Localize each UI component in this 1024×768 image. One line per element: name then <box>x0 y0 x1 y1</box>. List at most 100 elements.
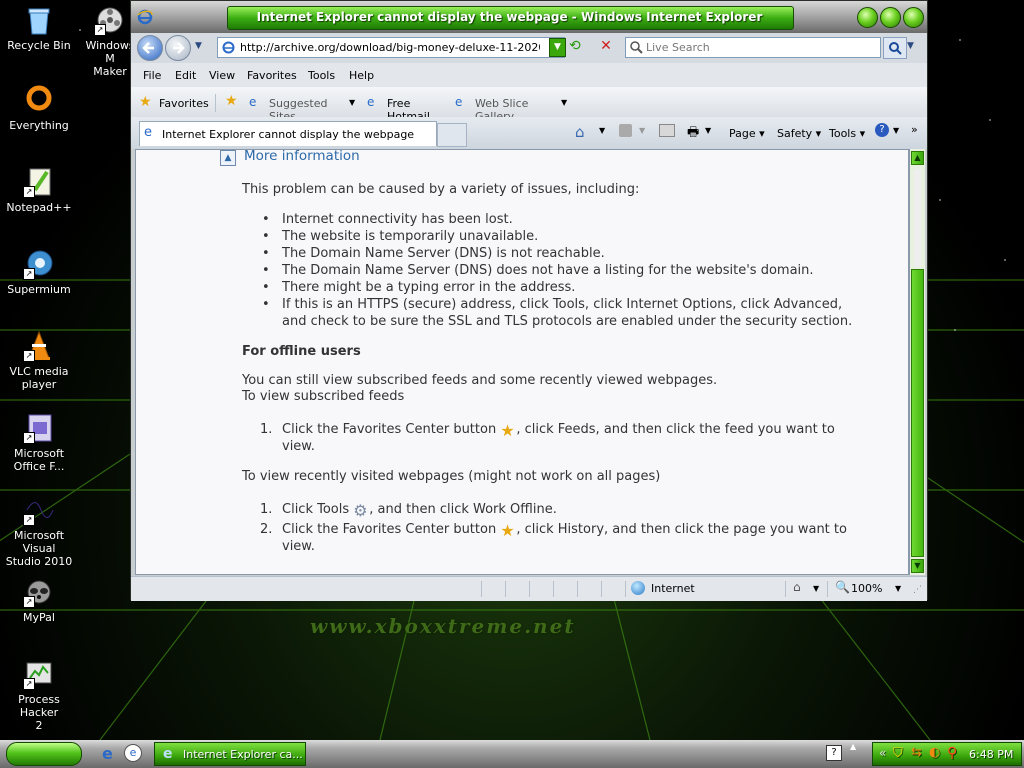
vlc-cone-icon: ↗ <box>23 330 55 362</box>
chevron-down-icon[interactable]: ▼ <box>599 126 605 135</box>
volume-icon[interactable]: ◐ <box>929 745 940 760</box>
menu-help[interactable]: Help <box>349 69 374 82</box>
print-icon[interactable]: 🖶 <box>687 123 699 145</box>
menu-file[interactable]: File <box>143 69 161 82</box>
desktop-icon-everything[interactable]: Everything <box>0 84 78 132</box>
shortcut-arrow-icon: ↗ <box>23 678 35 690</box>
menu-favorites[interactable]: Favorites <box>247 69 297 82</box>
chevron-down-icon[interactable]: ▼ <box>705 126 711 135</box>
shortcut-arrow-icon: ↗ <box>94 24 106 36</box>
step-text-continued: view. <box>282 439 315 454</box>
network-icon[interactable]: ⇆ <box>911 745 922 760</box>
desktop-icon-vlc[interactable]: ↗ VLC media player <box>0 330 78 391</box>
menu-view[interactable]: View <box>209 69 235 82</box>
safety-menu[interactable]: Safety ▾ <box>777 127 821 140</box>
film-reel-icon: ↗ <box>94 4 126 36</box>
search-placeholder: Live Search <box>646 41 710 54</box>
tab-current[interactable]: e Internet Explorer cannot display the w… <box>139 121 437 146</box>
search-input[interactable]: Live Search <box>625 37 881 58</box>
tools-gear-icon: ⚙ <box>353 501 368 520</box>
favorites-center-star-icon: ★ <box>500 421 515 440</box>
status-separator <box>529 581 530 597</box>
cause-item: The Domain Name Server (DNS) is not reac… <box>282 246 605 261</box>
wallpaper-watermark: www.xboxxtreme.net <box>310 614 576 638</box>
desktop-icon-label: Notepad++ <box>6 201 72 214</box>
quick-launch-browser-icon[interactable]: e <box>124 744 142 762</box>
favorites-label: Favorites <box>159 97 209 110</box>
step-number: 2. <box>260 522 273 537</box>
help-tray-icon[interactable]: ? <box>826 745 842 761</box>
add-to-favorites-bar-icon[interactable]: ★ <box>225 93 238 109</box>
chevron-down-icon[interactable]: ▼ <box>895 584 901 593</box>
clock[interactable]: 6:48 PM <box>969 748 1013 761</box>
search-button[interactable] <box>883 37 907 59</box>
scrollbar-thumb[interactable] <box>911 269 924 557</box>
tools-menu[interactable]: Tools ▾ <box>829 127 865 140</box>
desktop-icon-visual-studio[interactable]: ↗ Microsoft Visual Studio 2010 <box>0 494 78 568</box>
title-bar[interactable]: Internet Explorer cannot display the web… <box>131 1 927 33</box>
status-separator <box>785 581 786 597</box>
forward-button[interactable] <box>165 35 191 61</box>
address-bar[interactable]: http://archive.org/download/big-money-de… <box>217 37 565 58</box>
menu-edit[interactable]: Edit <box>175 69 196 82</box>
read-mail-icon[interactable] <box>659 124 675 137</box>
taskbar-task-label: Internet Explorer ca... <box>183 748 303 761</box>
help-icon[interactable]: ? <box>875 123 889 137</box>
recent-heading: To view recently visited webpages (might… <box>242 469 661 484</box>
new-tab-button[interactable] <box>437 123 467 147</box>
more-commands-chevron-icon[interactable]: » <box>911 123 918 136</box>
shortcut-arrow-icon: ↗ <box>23 268 35 280</box>
desktop-icon-label: MyPal <box>23 611 55 624</box>
desktop-icon-label: Everything <box>9 119 69 132</box>
recent-pages-dropdown-icon[interactable]: ▼ <box>195 41 202 51</box>
zoom-magnifier-icon[interactable]: 🔍 <box>835 580 850 594</box>
chevron-down-icon[interactable]: ▼ <box>893 126 899 135</box>
expand-tray-chevron-icon[interactable]: « <box>879 746 886 760</box>
language-bar-icon[interactable]: ▲ <box>850 742 856 751</box>
chevron-down-icon[interactable]: ▼ <box>813 584 819 593</box>
desktop-icon-supermium[interactable]: ↗ Supermium <box>0 248 78 296</box>
page-content: ▲ More information This problem can be c… <box>135 149 909 575</box>
suggested-sites-link[interactable]: e Suggested Sites ▼ <box>249 95 357 123</box>
favorites-button[interactable]: ★ Favorites <box>139 94 209 111</box>
step-text: , and then click Work Offline. <box>369 502 557 517</box>
web-slice-gallery-link[interactable]: e Web Slice Gallery ▼ <box>455 95 571 123</box>
desktop-icon-notepad-plus-plus[interactable]: ↗ Notepad++ <box>0 166 78 214</box>
ie-page-icon: e <box>249 95 257 109</box>
close-button[interactable] <box>903 7 924 28</box>
status-separator <box>481 581 482 597</box>
desktop-icon-label: Recycle Bin <box>7 39 71 52</box>
bullet-icon: • <box>262 246 270 261</box>
minimize-button[interactable] <box>857 7 878 28</box>
feeds-icon[interactable] <box>619 124 632 137</box>
page-menu[interactable]: Page ▾ <box>729 127 765 140</box>
vertical-scrollbar[interactable]: ▲ ▼ <box>909 149 925 575</box>
offline-text: You can still view subscribed feeds and … <box>242 373 718 388</box>
desktop-icon-label-line2: player <box>21 378 57 391</box>
free-hotmail-link[interactable]: e Free Hotmail <box>367 95 451 123</box>
refresh-icon[interactable]: ⟲ <box>569 38 589 55</box>
protected-mode-icon[interactable]: ⌂ <box>793 580 801 594</box>
security-shield-icon[interactable]: ⛉ <box>893 746 903 761</box>
search-options-dropdown-icon[interactable]: ▼ <box>907 41 914 51</box>
search-magnifier-icon <box>889 42 902 55</box>
home-icon[interactable]: ⌂ <box>575 123 585 141</box>
back-button[interactable] <box>137 35 163 61</box>
desktop-icon-mypal[interactable]: ↗ MyPal <box>0 576 78 624</box>
resize-grip-icon[interactable]: ⋰ <box>913 585 922 595</box>
recent-step: Click Tools ⚙, and then click Work Offli… <box>282 501 557 520</box>
desktop-icon-recycle-bin[interactable]: Recycle Bin <box>0 4 78 52</box>
desktop-icon-microsoft-office[interactable]: ↗ Microsoft Office F... <box>0 412 78 473</box>
start-button[interactable] <box>6 742 82 766</box>
scroll-down-arrow-icon[interactable]: ▼ <box>911 559 924 573</box>
stop-icon[interactable]: ✕ <box>597 38 615 55</box>
quick-launch-ie-icon[interactable]: e <box>102 744 113 763</box>
address-dropdown-button[interactable]: ▼ <box>549 38 566 57</box>
search-tray-icon[interactable]: ⚲ <box>947 745 957 761</box>
maximize-button[interactable] <box>880 7 901 28</box>
scroll-up-arrow-icon[interactable]: ▲ <box>911 151 924 165</box>
zoom-level[interactable]: 100% <box>851 582 882 595</box>
desktop-icon-process-hacker[interactable]: ↗ Process Hacker 2 <box>0 658 78 732</box>
taskbar-task-internet-explorer[interactable]: e Internet Explorer ca... <box>154 742 306 766</box>
menu-tools[interactable]: Tools <box>308 69 335 82</box>
